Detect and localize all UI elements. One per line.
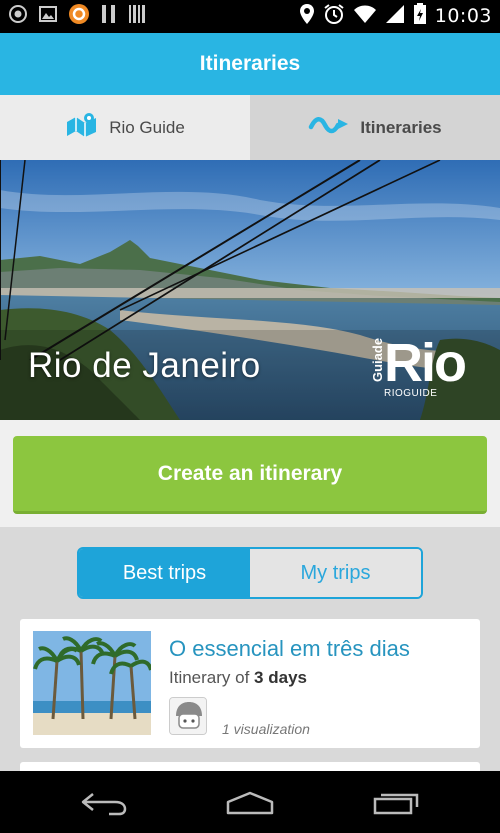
- segment-my-trips[interactable]: My trips: [250, 549, 421, 597]
- logo-sub-text: RIOGUIDE: [384, 388, 438, 399]
- status-bar: 10:03: [0, 0, 500, 33]
- app-circle-icon: [68, 3, 90, 30]
- tab-itineraries[interactable]: Itineraries: [250, 95, 500, 160]
- wave-route-icon: [308, 115, 350, 140]
- hero-banner: Rio de Janeiro Guiade Rio RIOGUIDE: [0, 160, 500, 420]
- trips-segmented-control: Best trips My trips: [77, 547, 423, 599]
- tab-itineraries-label: Itineraries: [360, 117, 442, 137]
- logo-big-text: Rio: [384, 333, 467, 393]
- tab-bar: Rio Guide Itineraries: [0, 95, 500, 160]
- segment-best-trips[interactable]: Best trips: [79, 549, 250, 597]
- tab-rio-guide[interactable]: Rio Guide: [0, 95, 250, 160]
- trip-thumbnail: [33, 631, 151, 735]
- trip-subtitle-prefix: Itinerary of: [169, 668, 250, 687]
- tab-rio-guide-label: Rio Guide: [109, 117, 185, 137]
- pause-icon: [100, 4, 118, 29]
- cell-signal-icon: [385, 4, 405, 29]
- record-icon: [8, 4, 28, 29]
- recent-apps-icon[interactable]: [366, 785, 426, 821]
- navigation-bar: [0, 771, 500, 833]
- back-icon[interactable]: [74, 785, 134, 821]
- page-title: Itineraries: [199, 52, 301, 75]
- trip-title: O essencial em três dias: [169, 636, 410, 661]
- trip-duration: 3 days: [254, 668, 307, 687]
- trip-views: 1 visualization: [222, 721, 310, 737]
- avatar: [169, 697, 207, 735]
- rioguide-logo: Guiade Rio RIOGUIDE: [366, 332, 476, 404]
- alarm-icon: [323, 3, 345, 30]
- create-itinerary-button[interactable]: Create an itinerary: [13, 436, 487, 514]
- home-icon[interactable]: [220, 785, 280, 821]
- battery-icon: [413, 2, 427, 30]
- trip-subtitle: Itinerary of 3 days: [169, 668, 307, 688]
- hero-city-name: Rio de Janeiro: [28, 346, 261, 385]
- location-pin-icon: [299, 3, 315, 30]
- status-right-icons: 10:03: [299, 2, 492, 30]
- logo-small-text: Guiade: [370, 337, 385, 382]
- map-icon: [65, 112, 99, 143]
- image-icon: [38, 4, 58, 29]
- wifi-icon: [353, 4, 377, 29]
- status-time: 10:03: [434, 5, 492, 27]
- trip-card[interactable]: O essencial em três dias Itinerary of 3 …: [20, 619, 480, 748]
- status-left-icons: [8, 3, 146, 30]
- create-area: Create an itinerary: [0, 420, 500, 527]
- barcode-icon: [128, 4, 146, 29]
- app-bar: Itineraries: [0, 33, 500, 95]
